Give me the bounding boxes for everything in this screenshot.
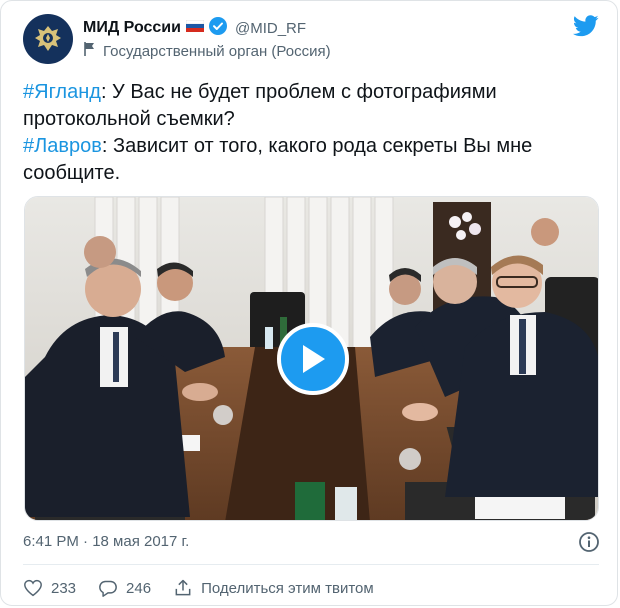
- avatar[interactable]: [23, 14, 73, 64]
- account-label: Государственный орган (Россия): [103, 42, 331, 60]
- divider: [23, 564, 599, 565]
- tweet-text: #Ягланд: У Вас не будет проблем с фотогр…: [23, 79, 593, 187]
- reply-count: 246: [126, 579, 152, 597]
- emblem-icon: [35, 26, 61, 51]
- heart-icon: [24, 579, 42, 597]
- tweet-line-2: #Лавров: Зависит от того, какого рода се…: [23, 133, 593, 187]
- share-label: Поделиться этим твитом: [201, 579, 374, 597]
- tweet-timestamp[interactable]: 6:41 PM · 18 мая 2017 г.: [23, 533, 189, 550]
- tweet-card: МИД России @MID_RF Государственный орган…: [0, 0, 618, 606]
- author-handle[interactable]: @MID_RF: [235, 20, 306, 37]
- account-label-row: Государственный орган (Россия): [83, 41, 331, 61]
- hashtag-link[interactable]: #Ягланд: [23, 81, 101, 103]
- play-button[interactable]: [277, 323, 349, 395]
- info-icon[interactable]: [578, 531, 600, 558]
- hashtag-link[interactable]: #Лавров: [23, 135, 102, 157]
- play-icon: [303, 345, 325, 373]
- like-count: 233: [51, 579, 77, 597]
- like-button[interactable]: 233: [23, 579, 76, 597]
- author-name[interactable]: МИД России: [83, 19, 181, 37]
- ru-flag-icon: [185, 19, 205, 37]
- twitter-logo-icon[interactable]: [572, 15, 599, 42]
- author-name-row: МИД России @MID_RF: [83, 16, 306, 40]
- tweet-actions: 233 246 Поделиться этим твитом: [23, 577, 396, 599]
- share-button[interactable]: Поделиться этим твитом: [173, 578, 374, 598]
- tweet-line-1: #Ягланд: У Вас не будет проблем с фотогр…: [23, 79, 593, 133]
- flag-icon: [83, 41, 97, 61]
- reply-bubble-icon: [99, 580, 117, 597]
- verified-badge-icon: [208, 16, 227, 40]
- share-icon: [175, 579, 191, 596]
- reply-button[interactable]: 246: [98, 579, 151, 597]
